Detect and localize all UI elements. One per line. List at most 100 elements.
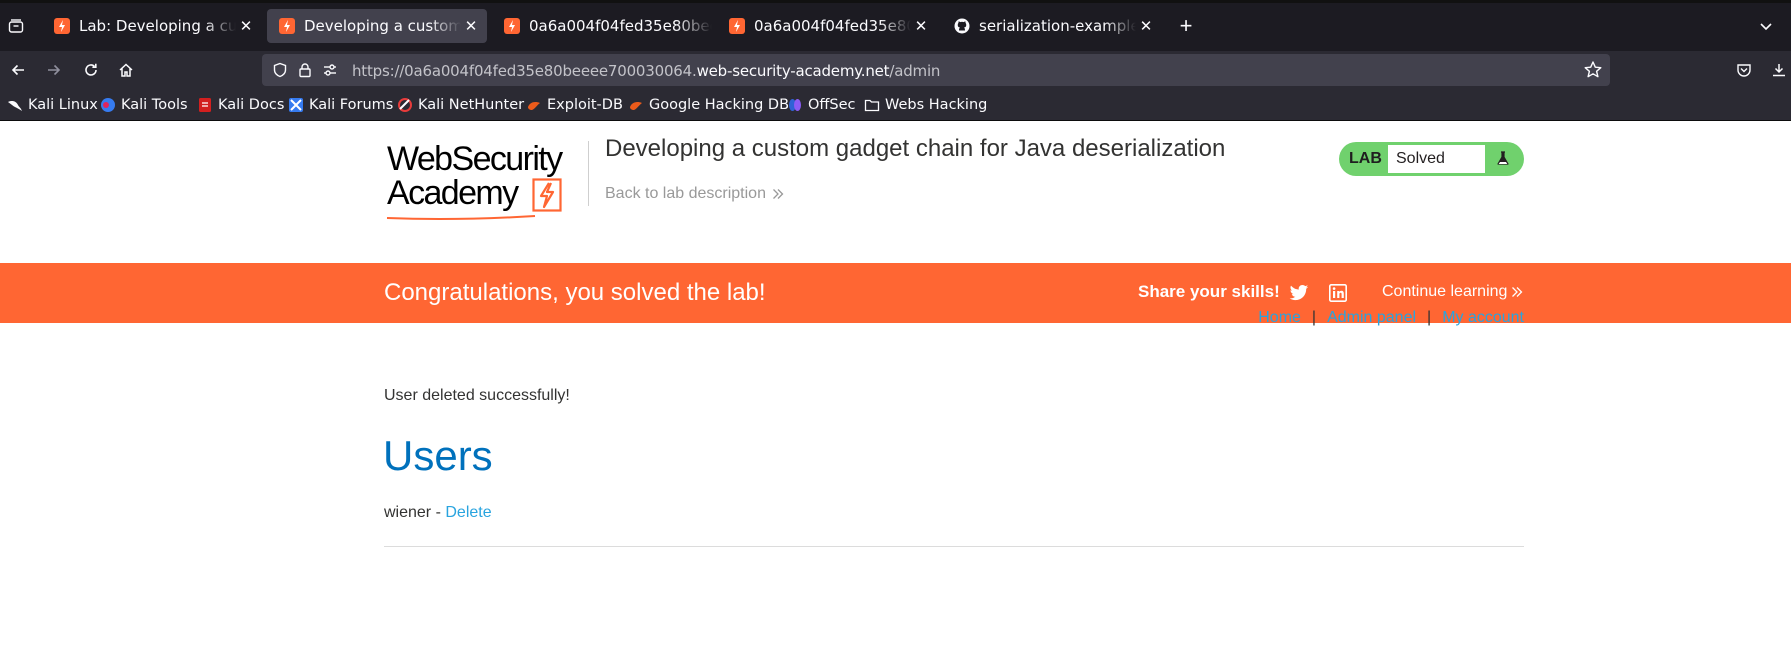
- bookmark-kali-nethunter[interactable]: Kali NetHunter: [397, 95, 524, 115]
- exploit-db-icon: [528, 102, 540, 110]
- github-favicon-icon: [954, 18, 970, 34]
- browser-tab-5[interactable]: serialization-examples/java ✕: [942, 9, 1162, 43]
- web-security-academy-logo[interactable]: WebSecurity Academy: [384, 140, 590, 221]
- bookmark-kali-linux[interactable]: Kali Linux: [7, 95, 98, 115]
- bookmark-offsec[interactable]: OffSec: [787, 95, 856, 115]
- bookmark-label: Kali Forums: [309, 97, 394, 113]
- tab-close-icon[interactable]: ✕: [911, 17, 931, 35]
- home-button[interactable]: [111, 55, 141, 85]
- portswigger-favicon-icon: [279, 18, 295, 34]
- nav-my-account-link[interactable]: My account: [1442, 309, 1524, 327]
- bookmark-label: Kali Linux: [28, 97, 98, 113]
- bookmark-kali-forums[interactable]: Kali Forums: [288, 95, 393, 115]
- lab-status-badge: LAB Solved: [1339, 142, 1524, 176]
- lab-badge-label: LAB: [1349, 150, 1382, 167]
- flask-icon: [1492, 148, 1514, 170]
- lock-icon[interactable]: [297, 62, 313, 78]
- list-all-tabs-button[interactable]: [1752, 12, 1780, 40]
- new-tab-button[interactable]: +: [1172, 12, 1200, 40]
- logo-lightning-icon: [532, 178, 562, 212]
- arrow-left-icon: [11, 64, 24, 76]
- url-host: web-security-academy.net: [696, 62, 890, 80]
- arrow-right-icon: [48, 64, 61, 76]
- bookmark-folder-webs-hacking[interactable]: Webs Hacking: [864, 95, 987, 115]
- continue-learning-link[interactable]: Continue learning: [1382, 283, 1523, 301]
- forward-button[interactable]: [39, 55, 69, 85]
- double-chevron-right-icon: [1512, 287, 1523, 297]
- browser-toolbar: https://0a6a004f04fed35e80beeee700030064…: [0, 51, 1791, 89]
- user-separator: -: [431, 504, 446, 521]
- delete-user-link[interactable]: Delete: [445, 504, 491, 521]
- lab-title: Developing a custom gadget chain for Jav…: [605, 135, 1226, 162]
- browser-tab-2[interactable]: Developing a custom gadget chain for Jav…: [267, 9, 487, 43]
- twitter-icon[interactable]: [1289, 284, 1309, 302]
- permissions-icon[interactable]: [322, 62, 338, 78]
- tab-title: 0a6a004f04fed35e80beeee700030064.web-sec…: [529, 17, 712, 35]
- bookmarks-toolbar: Kali Linux Kali Tools Kali Docs Kali For…: [0, 89, 1791, 121]
- bookmark-label: Webs Hacking: [885, 97, 988, 113]
- tab-overview-button[interactable]: [2, 12, 30, 40]
- kali-dragon-icon: [8, 101, 22, 111]
- status-message: User deleted successfully!: [384, 387, 570, 404]
- portswigger-favicon-icon: [729, 18, 745, 34]
- offsec-icon: [789, 99, 801, 111]
- bookmark-label: OffSec: [808, 97, 856, 113]
- linkedin-icon[interactable]: [1329, 284, 1347, 302]
- bookmark-star-icon[interactable]: [1582, 59, 1604, 81]
- share-skills-label: Share your skills!: [1138, 282, 1280, 301]
- browser-tab-1[interactable]: Lab: Developing a custom gadget chain fo…: [42, 9, 262, 43]
- back-button[interactable]: [3, 55, 33, 85]
- tab-close-icon[interactable]: ✕: [461, 17, 481, 35]
- portswigger-favicon-icon: [504, 18, 520, 34]
- bookmark-kali-tools[interactable]: Kali Tools: [100, 95, 188, 115]
- tab-close-icon[interactable]: ✕: [236, 17, 256, 35]
- tab-title: Lab: Developing a custom gadget chain fo…: [79, 17, 236, 35]
- bookmark-label: Google Hacking DB: [649, 97, 790, 113]
- bookmark-kali-docs[interactable]: Kali Docs: [197, 95, 284, 115]
- back-to-lab-description-link[interactable]: Back to lab description: [605, 185, 784, 203]
- bookmark-label: Exploit-DB: [547, 97, 623, 113]
- kali-tools-icon: [101, 98, 115, 112]
- reload-icon: [85, 63, 97, 76]
- site-nav: Home | Admin panel | My account: [1258, 309, 1524, 327]
- reload-button[interactable]: [76, 55, 106, 85]
- tab-title: 0a6a004f04fed35e80beeee700030064.web-sec…: [754, 17, 911, 35]
- address-bar[interactable]: https://0a6a004f04fed35e80beeee700030064…: [262, 54, 1610, 86]
- downloads-button[interactable]: [1764, 55, 1791, 85]
- bookmark-google-hacking-db[interactable]: Google Hacking DB: [628, 95, 789, 115]
- logo-text-line2: Academy: [387, 174, 519, 212]
- bookmark-label: Kali NetHunter: [418, 97, 525, 113]
- lab-status-text: Solved: [1388, 145, 1485, 173]
- bookmark-exploit-db[interactable]: Exploit-DB: [526, 95, 623, 115]
- nav-admin-panel-link[interactable]: Admin panel: [1327, 309, 1416, 327]
- browser-tab-3[interactable]: 0a6a004f04fed35e80beeee700030064.web-sec…: [492, 9, 712, 43]
- url-text[interactable]: https://0a6a004f04fed35e80beeee700030064…: [352, 62, 940, 80]
- tab-close-icon[interactable]: ✕: [1136, 17, 1156, 35]
- url-path: /admin: [889, 62, 941, 80]
- download-icon: [1773, 64, 1785, 77]
- tab-overview-icon: [8, 19, 24, 33]
- content-divider: [384, 546, 1524, 547]
- plus-icon: +: [1179, 13, 1193, 38]
- header-divider: [588, 141, 589, 206]
- pocket-button[interactable]: [1729, 55, 1759, 85]
- url-prefix: https://0a6a004f04fed35e80beeee700030064…: [352, 62, 697, 80]
- shield-icon[interactable]: [272, 62, 288, 78]
- pocket-icon: [1737, 64, 1751, 77]
- user-list-item: wiener - Delete: [384, 504, 492, 522]
- portswigger-favicon-icon: [54, 18, 70, 34]
- chevron-down-icon: [1760, 23, 1772, 31]
- back-link-label: Back to lab description: [605, 185, 766, 202]
- browser-tab-4[interactable]: 0a6a004f04fed35e80beeee700030064.web-sec…: [717, 9, 937, 43]
- home-icon: [119, 63, 133, 77]
- tab-bar-top-strip: [0, 0, 1791, 3]
- tab-title: Developing a custom gadget chain for Jav…: [304, 17, 461, 35]
- kali-docs-icon: [199, 98, 211, 112]
- nav-separator: |: [1311, 309, 1317, 326]
- bookmark-label: Kali Tools: [121, 97, 188, 113]
- nav-home-link[interactable]: Home: [1258, 309, 1301, 327]
- users-heading: Users: [383, 432, 493, 479]
- solved-message: Congratulations, you solved the lab!: [384, 279, 766, 306]
- username: wiener: [384, 504, 432, 521]
- browser-tab-bar: Lab: Developing a custom gadget chain fo…: [0, 0, 1791, 51]
